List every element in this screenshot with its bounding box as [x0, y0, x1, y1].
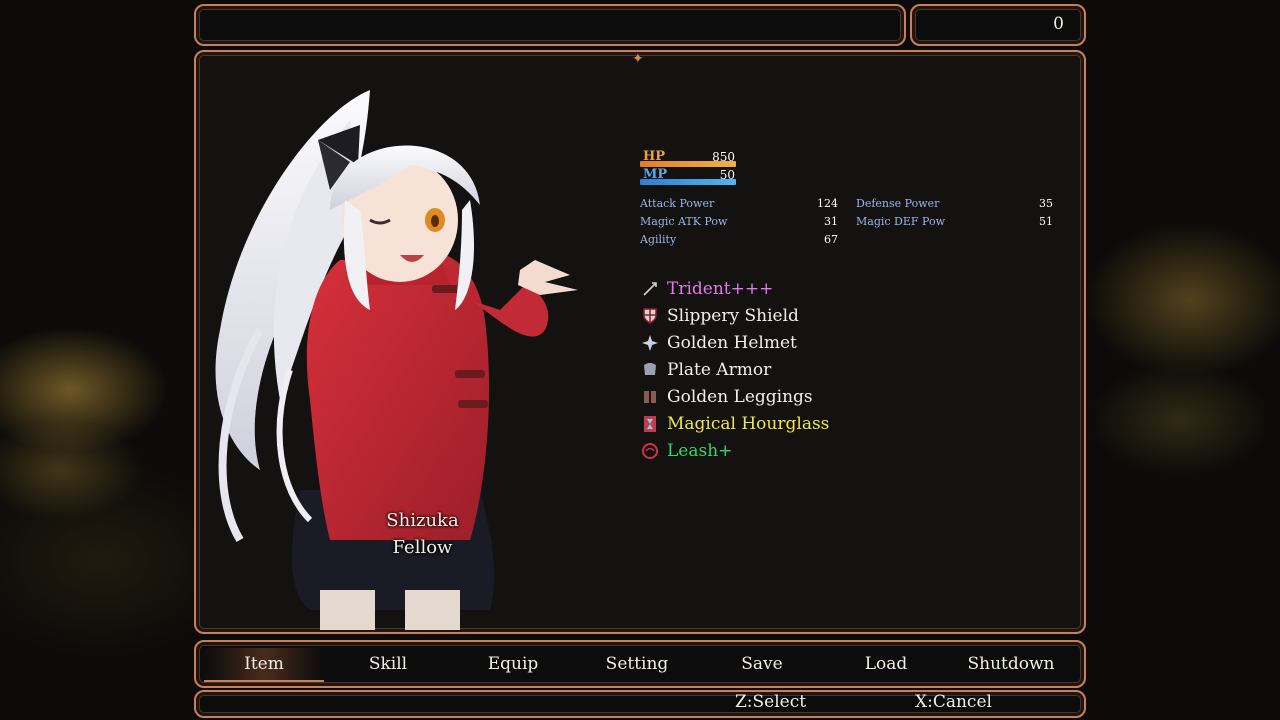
param-agility-label: Agility: [640, 233, 677, 246]
equip-name: Golden Leggings: [667, 387, 813, 407]
equip-name: Trident+++: [667, 279, 774, 299]
command-skill[interactable]: Skill: [328, 648, 448, 680]
param-defense-value: 35: [1039, 197, 1053, 210]
hp-value: 850: [712, 150, 735, 164]
frame-ornament-icon: ✦: [632, 51, 644, 67]
command-equip[interactable]: Equip: [453, 648, 573, 680]
gold-amount: 0: [1053, 14, 1064, 34]
equip-name: Plate Armor: [667, 360, 772, 380]
equip-slot-weapon: Trident+++: [640, 277, 773, 301]
equip-name: Slippery Shield: [667, 306, 799, 326]
equip-slot-head: Golden Helmet: [640, 331, 797, 355]
gold-window: 0: [910, 4, 1086, 46]
equip-slot-body: Plate Armor: [640, 358, 771, 382]
param-defense-label: Defense Power: [856, 197, 940, 210]
mp-label: MP: [643, 167, 668, 182]
param-matk-value: 31: [824, 215, 838, 228]
hp-label: HP: [643, 149, 666, 164]
help-cancel-hint: X:Cancel: [915, 692, 992, 712]
equip-slot-shield: Slippery Shield: [640, 304, 799, 328]
command-save[interactable]: Save: [702, 648, 822, 680]
param-attack-value: 124: [817, 197, 838, 210]
actor-name: Shizuka: [386, 510, 459, 531]
actor-class: Fellow: [392, 537, 453, 558]
command-item[interactable]: Item: [204, 648, 324, 682]
shield-icon: [640, 306, 660, 326]
equip-slot-accessory-2: Leash+: [640, 439, 732, 463]
equip-name: Golden Helmet: [667, 333, 797, 353]
helmet-icon: [640, 333, 660, 353]
param-attack-label: Attack Power: [640, 197, 715, 210]
command-setting[interactable]: Setting: [577, 648, 697, 680]
param-agility-value: 67: [824, 233, 838, 246]
gold-label-window: [194, 4, 906, 46]
mp-value: 50: [719, 168, 735, 182]
equip-slot-accessory-1: Magical Hourglass: [640, 412, 829, 436]
leggings-icon: [640, 387, 660, 407]
param-mdef-value: 51: [1039, 215, 1053, 228]
trident-icon: [640, 279, 660, 299]
equip-name: Leash+: [667, 441, 733, 461]
command-shutdown[interactable]: Shutdown: [951, 648, 1071, 680]
param-mdef-label: Magic DEF Pow: [856, 215, 946, 228]
equip-slot-legs: Golden Leggings: [640, 385, 813, 409]
leash-icon: [640, 441, 660, 461]
hp-gauge: HP 850: [640, 149, 736, 168]
armor-icon: [640, 360, 660, 380]
hourglass-icon: [640, 414, 660, 434]
equip-name: Magical Hourglass: [667, 414, 830, 434]
command-load[interactable]: Load: [826, 648, 946, 680]
help-select-hint: Z:Select: [735, 692, 807, 712]
mp-gauge: MP 50: [640, 167, 736, 186]
param-matk-label: Magic ATK Pow: [640, 215, 728, 228]
